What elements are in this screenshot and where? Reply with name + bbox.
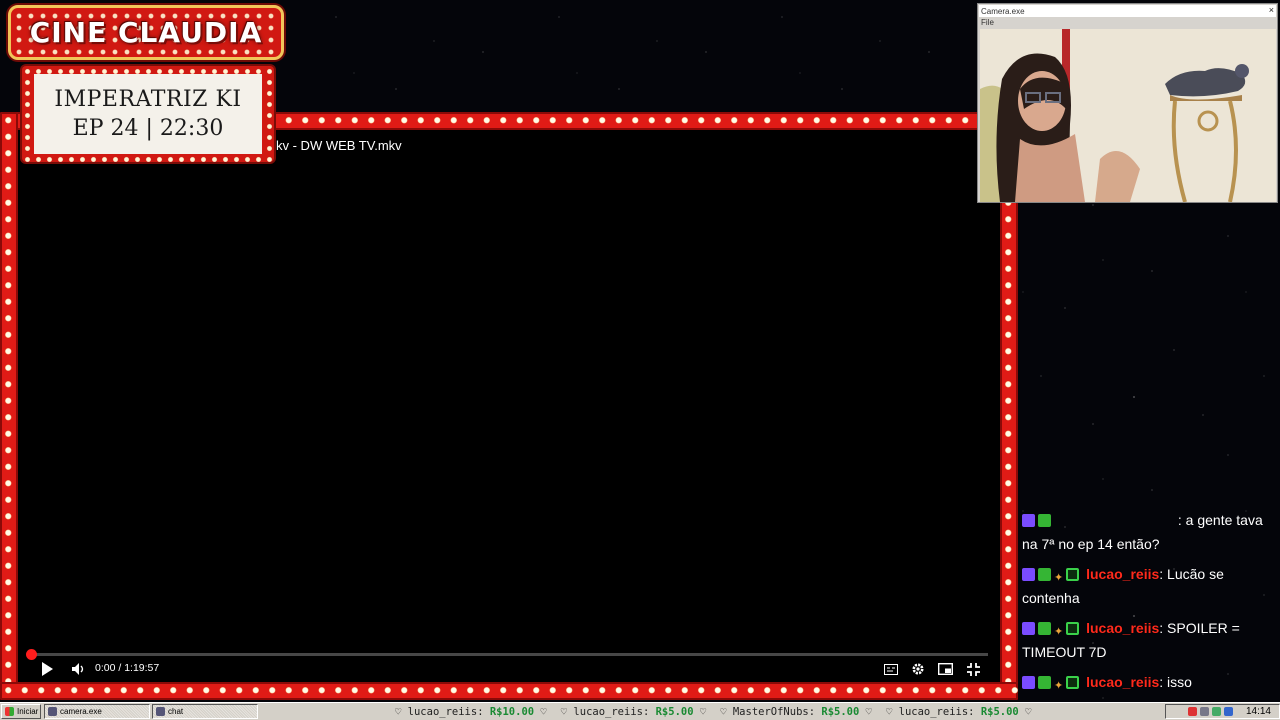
chat-username: lucao_reiis <box>1086 674 1160 690</box>
time-display: 0:00 / 1:19:57 <box>95 662 160 674</box>
play-button[interactable] <box>38 660 56 678</box>
ticker-user: MasterOfNubs: <box>732 705 816 718</box>
app-icon <box>156 707 165 716</box>
twitch-badge-icon <box>1022 676 1035 689</box>
twitch-badge-icon <box>1022 514 1035 527</box>
gift-badge-icon: ✦ <box>1054 626 1064 638</box>
ticker-user: lucao_reiis: <box>898 705 975 718</box>
sub-badge-icon <box>1066 622 1080 635</box>
taskbar: Iniciar camera.exe chat ♡ lucao_reiis: R… <box>0 702 1280 720</box>
app-icon <box>48 707 57 716</box>
chat-text: : a gente tava na 7ª no ep 14 então? <box>1022 512 1263 552</box>
webcam-feed <box>980 29 1276 202</box>
chat-overlay: : a gente tava na 7ª no ep 14 então? ✦ l… <box>1022 508 1274 700</box>
chat-text: : isso <box>1159 674 1192 690</box>
editor-badge-icon <box>1038 676 1051 689</box>
marquee-frame-left <box>0 112 18 700</box>
editor-badge-icon <box>1038 568 1051 581</box>
camera-title: Camera.exe <box>981 6 1025 16</box>
taskbar-item-label: chat <box>168 707 184 716</box>
video-title: kv - DW WEB TV.mkv <box>276 138 402 153</box>
tray-icon[interactable] <box>1187 707 1197 716</box>
clock: 14:14 <box>1245 706 1271 717</box>
ticker-item: ♡ MasterOfNubs: R$5.00 ♡ <box>720 705 872 718</box>
editor-badge-icon <box>1038 622 1051 635</box>
taskbar-item-camera[interactable]: camera.exe <box>44 704 150 719</box>
windows-logo-icon <box>5 707 14 716</box>
tray-icon[interactable] <box>1211 707 1221 716</box>
gift-badge-icon: ✦ <box>1054 680 1064 692</box>
twitch-badge-icon <box>1022 622 1035 635</box>
episode-sign-panel: IMPERATRIZ KI EP 24 | 22:30 <box>34 74 262 154</box>
start-button[interactable]: Iniciar <box>1 704 41 719</box>
video-player[interactable] <box>18 130 1000 682</box>
gear-icon <box>912 663 924 675</box>
close-icon[interactable]: × <box>1269 5 1274 15</box>
sub-badge-icon <box>1066 568 1080 581</box>
ticker-item: ♡ lucao_reiis: R$10.00 ♡ <box>395 705 547 718</box>
tray-icon[interactable] <box>1199 707 1209 716</box>
ticker-user: lucao_reiis: <box>407 705 484 718</box>
volume-button[interactable] <box>70 660 88 678</box>
gift-badge-icon: ✦ <box>1054 572 1064 584</box>
logo-text: CINE CLAUDIA <box>29 16 263 49</box>
ticker-user: lucao_reiis: <box>573 705 650 718</box>
settings-button[interactable] <box>909 660 927 678</box>
ticker-item: ♡ lucao_reiis: R$5.00 ♡ <box>560 705 707 718</box>
fullscreen-exit-icon <box>966 662 980 676</box>
start-label: Iniciar <box>17 707 39 716</box>
progress-scrubber[interactable] <box>26 649 37 660</box>
twitch-badge-icon <box>1022 568 1035 581</box>
camera-window[interactable]: Camera.exe × File <box>977 3 1278 203</box>
fullscreen-exit-button[interactable] <box>964 660 982 678</box>
chat-message: ✦ lucao_reiis: isso <box>1022 670 1274 694</box>
taskbar-item-chat[interactable]: chat <box>152 704 258 719</box>
system-tray: 14:14 <box>1165 704 1280 719</box>
miniplayer-button[interactable] <box>936 660 954 678</box>
chat-message: ✦ lucao_reiis: SPOILER = TIMEOUT 7D <box>1022 616 1274 664</box>
chat-message: ✦ lucao_reiis: Lucão se contenha <box>1022 562 1274 610</box>
chat-message: : a gente tava na 7ª no ep 14 então? <box>1022 508 1274 556</box>
play-icon <box>42 662 53 676</box>
ticker-amount: R$10.00 <box>489 705 535 718</box>
ticker-amount: R$5.00 <box>821 705 860 718</box>
editor-badge-icon <box>1038 514 1051 527</box>
chat-username: lucao_reiis <box>1086 566 1160 582</box>
volume-icon <box>72 663 84 675</box>
sub-badge-icon <box>1066 676 1080 689</box>
episode-sign: IMPERATRIZ KI EP 24 | 22:30 <box>22 66 274 162</box>
webcam-image <box>980 29 1276 202</box>
chat-username: lucao_reiis <box>1086 620 1160 636</box>
marquee-frame-bottom <box>0 682 1018 700</box>
show-title: IMPERATRIZ KI <box>54 87 242 112</box>
donation-ticker: ♡ lucao_reiis: R$10.00 ♡ ♡ lucao_reiis: … <box>395 704 1165 719</box>
ticker-amount: R$5.00 <box>655 705 694 718</box>
miniplayer-icon <box>937 663 953 675</box>
channel-logo: CINE CLAUDIA <box>8 5 284 60</box>
subtitles-icon <box>884 663 898 675</box>
taskbar-item-label: camera.exe <box>60 707 102 716</box>
episode-time: EP 24 | 22:30 <box>72 116 224 141</box>
tray-icon[interactable] <box>1223 707 1233 716</box>
ticker-item: ♡ lucao_reiis: R$5.00 ♡ <box>885 705 1032 718</box>
subtitles-button[interactable] <box>882 660 900 678</box>
menu-file[interactable]: File <box>981 18 994 27</box>
progress-bar[interactable] <box>30 653 988 656</box>
ticker-amount: R$5.00 <box>980 705 1019 718</box>
camera-titlebar[interactable]: Camera.exe × <box>979 5 1276 17</box>
